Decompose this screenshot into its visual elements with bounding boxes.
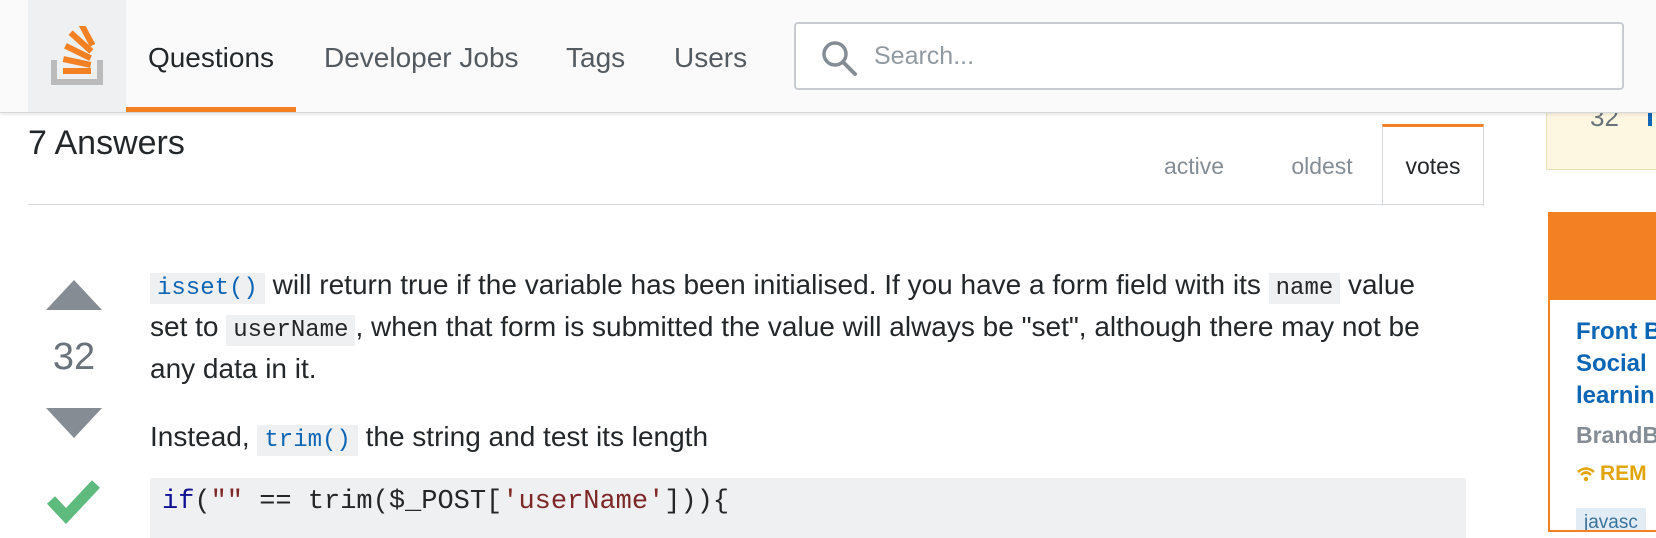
job-ad-tag[interactable]: javasc — [1576, 508, 1646, 530]
nav-questions[interactable]: Questions — [126, 0, 296, 112]
code-keyword: if — [162, 487, 195, 517]
code-username: userName — [226, 315, 356, 346]
answer-text: Instead, — [150, 421, 258, 452]
stackoverflow-logo[interactable] — [28, 0, 126, 112]
code-isset-link[interactable]: isset() — [150, 273, 265, 304]
tab-sort-active[interactable]: active — [1140, 124, 1248, 204]
answers-header-divider — [28, 204, 1484, 205]
job-ad-title[interactable]: Front B Social learnin — [1576, 316, 1656, 412]
job-ad-company: BrandB — [1576, 422, 1656, 448]
answers-count-heading: 7 Answers — [28, 124, 185, 162]
code-text: == trim($_POST[ — [243, 487, 503, 517]
top-bar: Questions Developer Jobs Tags Users — [0, 0, 1656, 112]
nav-tags[interactable]: Tags — [566, 0, 625, 112]
answer-paragraph: Instead, trim() the string and test its … — [150, 418, 1440, 460]
answer-body: isset() will return true if the variable… — [150, 266, 1440, 460]
nav-developer-jobs[interactable]: Developer Jobs — [324, 0, 519, 112]
wifi-icon — [1577, 467, 1595, 482]
answer-text: the string and test its length — [357, 421, 709, 452]
answer-text: will return true if the variable has bee… — [264, 269, 1269, 300]
downvote-arrow-icon[interactable] — [44, 406, 104, 440]
search-box[interactable] — [794, 22, 1624, 90]
code-block: if("" == trim($_POST['userName'])){ — [150, 478, 1466, 538]
job-ad-remote-label: REM — [1600, 462, 1647, 485]
code-name: name — [1268, 273, 1341, 304]
search-icon — [822, 41, 857, 76]
tab-sort-votes[interactable]: votes — [1382, 124, 1484, 206]
code-text: ( — [194, 487, 211, 517]
search-input[interactable] — [874, 34, 1594, 78]
code-string: 'userName' — [502, 487, 665, 517]
stackoverflow-logo-icon — [51, 26, 103, 85]
job-ad[interactable]: Front B Social learnin BrandB REM javasc — [1548, 212, 1656, 532]
code-string: "" — [210, 487, 244, 517]
tab-sort-oldest[interactable]: oldest — [1266, 124, 1378, 204]
nav-users[interactable]: Users — [674, 0, 747, 112]
code-text: ])){ — [664, 487, 730, 517]
answer-paragraph: isset() will return true if the variable… — [150, 266, 1440, 388]
code-trim-link[interactable]: trim() — [257, 425, 358, 456]
upvote-arrow-icon[interactable] — [44, 278, 104, 312]
job-ad-banner — [1550, 214, 1656, 300]
accepted-answer-check-icon — [46, 480, 101, 525]
job-ad-remote: REM — [1576, 462, 1647, 486]
vote-count: 32 — [52, 336, 96, 378]
